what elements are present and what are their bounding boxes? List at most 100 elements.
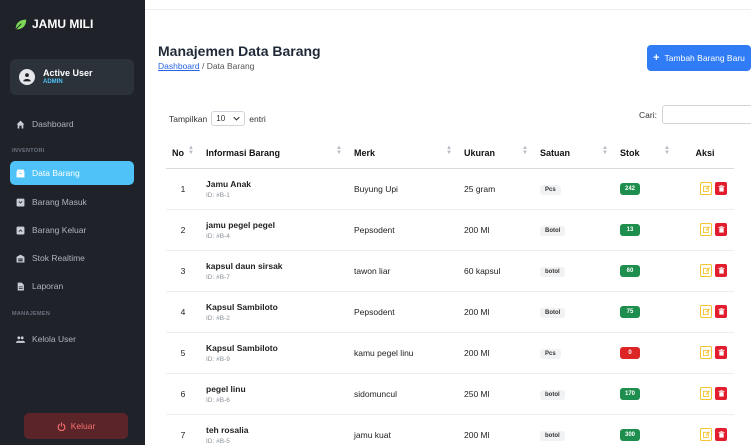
cell-ukuran: 60 kapsul — [458, 250, 534, 292]
column-header-satuan[interactable]: Satuan ▲ ▼ — [534, 138, 614, 169]
trash-icon — [717, 390, 725, 397]
cell-aksi — [676, 373, 734, 415]
edit-button[interactable] — [700, 387, 712, 400]
cell-no: 4 — [166, 291, 200, 333]
stock-badge: 0 — [620, 347, 640, 359]
cell-satuan: Botol — [534, 291, 614, 333]
sidebar-item-kelola-user[interactable]: Kelola User — [10, 327, 134, 351]
edit-button[interactable] — [700, 223, 712, 236]
cell-info: kapsul daun sirsak ID: #B-7 — [200, 250, 348, 292]
trash-icon — [717, 431, 725, 438]
trash-icon — [717, 349, 725, 356]
plus-icon: + — [653, 52, 660, 64]
sidebar-item-barang-keluar[interactable]: Barang Keluar — [10, 218, 134, 242]
logout-button[interactable]: Keluar — [24, 413, 128, 439]
column-header-label: Informasi Barang — [206, 147, 281, 158]
column-header-no[interactable]: No ▲ ▼ — [166, 138, 200, 169]
box-icon — [16, 169, 25, 177]
file-icon — [17, 282, 24, 290]
edit-button[interactable] — [700, 428, 712, 441]
sidebar-item-label: Barang Masuk — [32, 197, 87, 207]
edit-icon — [702, 308, 710, 315]
cell-no: 6 — [166, 373, 200, 415]
cell-aksi — [676, 414, 734, 445]
user-card: Active User ADMIN — [10, 59, 134, 95]
stock-badge: 60 — [620, 265, 640, 277]
sidebar: JAMU MILI Active User ADMIN Dashboard IN… — [0, 0, 145, 445]
home-icon — [16, 120, 25, 128]
stock-badge: 170 — [620, 388, 640, 400]
cell-info: teh rosalia ID: #B-5 — [200, 414, 348, 445]
page-length-value: 10 — [216, 114, 226, 123]
cell-ukuran: 200 Ml — [458, 414, 534, 445]
search-input[interactable] — [661, 105, 751, 124]
cell-satuan: botol — [534, 250, 614, 292]
items-table: No ▲ ▼ Informasi Barang ▲ ▼ Merk ▲ ▼ Ukuran ▲ ▼ … — [166, 138, 734, 445]
edit-button[interactable] — [700, 182, 712, 195]
edit-icon — [702, 349, 710, 356]
delete-button[interactable] — [715, 305, 727, 318]
table-row: 5 Kapsul Sambiloto ID: #B-9 kamu pegel l… — [166, 332, 734, 374]
item-name: teh rosalia — [206, 424, 249, 435]
delete-button[interactable] — [715, 182, 727, 195]
delete-button[interactable] — [715, 264, 727, 277]
brand[interactable]: JAMU MILI — [14, 17, 93, 31]
delete-button[interactable] — [715, 428, 727, 441]
column-header-label: Ukuran — [464, 147, 496, 158]
delete-button[interactable] — [715, 387, 727, 400]
cell-aksi — [676, 168, 734, 210]
breadcrumb: Dashboard / Data Barang — [158, 61, 254, 71]
item-name: jamu pegel pegel — [206, 219, 275, 230]
sidebar-item-barang-masuk[interactable]: Barang Masuk — [10, 190, 134, 214]
breadcrumb-link-dashboard[interactable]: Dashboard — [158, 61, 200, 71]
cell-stok: 300 — [614, 414, 676, 445]
delete-button[interactable] — [715, 346, 727, 359]
column-header-merk[interactable]: Merk ▲ ▼ — [348, 138, 458, 169]
edit-button[interactable] — [700, 346, 712, 359]
column-header-label: Aksi — [695, 147, 715, 158]
add-item-button[interactable]: + Tambah Barang Baru — [647, 45, 751, 71]
cell-satuan: Botol — [534, 209, 614, 251]
chevron-down-icon — [233, 116, 240, 121]
item-name: pegel linu — [206, 383, 246, 394]
edit-button[interactable] — [700, 305, 712, 318]
sidebar-item-stok-realtime[interactable]: Stok Realtime — [10, 246, 134, 270]
cell-ukuran: 200 Ml — [458, 291, 534, 333]
sidebar-item-data-barang[interactable]: Data Barang — [10, 161, 134, 185]
section-label-management: MANAJEMEN — [12, 311, 51, 317]
cell-stok: 0 — [614, 332, 676, 374]
users-icon — [16, 335, 25, 343]
cell-ukuran: 200 Ml — [458, 332, 534, 374]
sidebar-item-label: Barang Keluar — [32, 225, 87, 235]
column-header-label: No — [172, 147, 184, 158]
cell-stok: 75 — [614, 291, 676, 333]
breadcrumb-current: Data Barang — [206, 61, 255, 71]
column-header-stok[interactable]: Stok ▲ ▼ — [614, 138, 676, 169]
column-header-ukuran[interactable]: Ukuran ▲ ▼ — [458, 138, 534, 169]
show-label: Tampilkan — [169, 113, 208, 124]
column-header-info[interactable]: Informasi Barang ▲ ▼ — [200, 138, 348, 169]
column-header-label: Stok — [620, 147, 640, 158]
cell-stok: 13 — [614, 209, 676, 251]
item-id: ID: #B-5 — [206, 437, 230, 445]
sidebar-item-laporan[interactable]: Laporan — [10, 274, 134, 298]
item-name: Kapsul Sambiloto — [206, 301, 278, 312]
cell-merk: Pepsodent — [348, 209, 458, 251]
logout-label: Keluar — [70, 421, 96, 431]
item-id: ID: #B-6 — [206, 396, 230, 404]
edit-button[interactable] — [700, 264, 712, 277]
page-length-select[interactable]: 10 — [211, 111, 246, 126]
edit-icon — [702, 431, 710, 438]
section-label-inventory: INVENTORI — [12, 148, 45, 154]
sidebar-item-dashboard[interactable]: Dashboard — [10, 112, 134, 136]
stock-badge: 242 — [620, 183, 640, 195]
entries-label: entri — [249, 113, 266, 124]
delete-button[interactable] — [715, 223, 727, 236]
cell-aksi — [676, 209, 734, 251]
trash-icon — [717, 267, 725, 274]
search-control: Cari: — [639, 105, 751, 124]
cell-stok: 170 — [614, 373, 676, 415]
search-label: Cari: — [639, 109, 657, 120]
sidebar-item-label: Dashboard — [32, 119, 74, 129]
trash-icon — [717, 185, 725, 192]
